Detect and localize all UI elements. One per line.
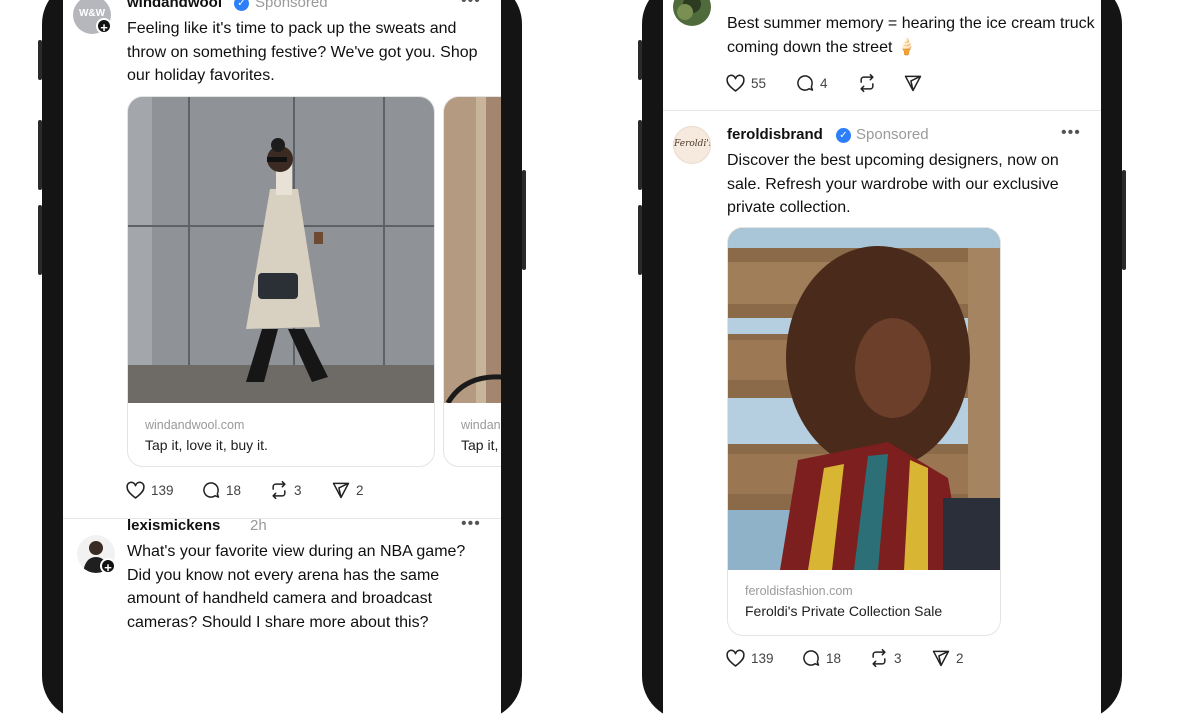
left-phone: W&W + windandwool ✓ Sponsored ••• Feelin…: [38, 0, 526, 720]
share-count: 2: [956, 650, 964, 666]
post-username[interactable]: lexismickens: [127, 517, 220, 534]
side-button: [38, 40, 42, 80]
comment-icon: [797, 75, 814, 91]
side-button: [638, 40, 642, 80]
card-title: Feroldi's Private Collection Sale: [745, 603, 943, 619]
share-button[interactable]: 2: [931, 647, 964, 669]
more-icon[interactable]: •••: [461, 0, 481, 10]
reply-count: 18: [226, 482, 242, 498]
side-button: [522, 170, 526, 270]
reply-button[interactable]: 18: [801, 647, 841, 669]
card-domain: windandwool.com: [461, 418, 501, 432]
comment-icon: [203, 482, 220, 498]
product-image: [444, 97, 501, 403]
reply-button[interactable]: 4: [795, 72, 828, 94]
side-button: [638, 205, 642, 275]
post-username[interactable]: jiho100x: [727, 0, 787, 1]
brand-logo-text: Feroldi's: [674, 139, 711, 149]
post-text: Best summer memory = hearing the ice cre…: [727, 15, 1095, 56]
post-text: What's your favorite view during an NBA …: [127, 543, 466, 631]
avatar[interactable]: Feroldi's: [673, 126, 711, 164]
sponsored-label: Sponsored: [255, 0, 328, 11]
more-icon[interactable]: •••: [461, 515, 481, 533]
side-button: [638, 120, 642, 190]
post-actions: 139 18 3 2: [125, 479, 425, 501]
heart-icon: [726, 74, 745, 92]
repost-button[interactable]: 3: [869, 647, 902, 669]
post-text: Feeling like it's time to pack up the sw…: [127, 20, 478, 84]
like-count: 139: [151, 482, 174, 498]
like-count: 139: [751, 650, 774, 666]
post-actions: 139 18 3 2: [725, 647, 1025, 669]
product-card[interactable]: windandwool.com Tap it, love it, buy it.: [127, 96, 435, 467]
share-icon: [904, 75, 922, 92]
card-title: Tap it, love it, buy it.: [145, 437, 268, 453]
post-actions: 55 4: [725, 72, 1025, 94]
right-screen: jiho100x 5m Best summer memory = hearing…: [663, 0, 1101, 720]
repost-button[interactable]: 3: [269, 479, 302, 501]
repost-icon: [872, 648, 886, 668]
post-time: 5m: [805, 0, 826, 1]
share-count: 2: [356, 482, 364, 498]
like-button[interactable]: 55: [725, 72, 766, 94]
post-divider: [663, 110, 1101, 111]
product-image: [128, 97, 434, 403]
share-icon: [932, 650, 950, 667]
side-button: [1122, 170, 1126, 270]
card-domain: feroldisfashion.com: [745, 584, 853, 598]
follow-plus-icon[interactable]: +: [100, 558, 116, 575]
card-title: Tap it, love it, buy it.: [461, 437, 501, 453]
reply-count: 18: [826, 650, 842, 666]
sponsored-label: Sponsored: [856, 126, 929, 143]
like-count: 55: [751, 75, 767, 91]
like-button[interactable]: 139: [125, 479, 174, 501]
post-username[interactable]: windandwool: [127, 0, 222, 11]
heart-icon: [726, 649, 745, 667]
repost-icon: [272, 480, 286, 500]
side-button: [38, 120, 42, 190]
comment-icon: [803, 650, 820, 666]
side-button: [38, 205, 42, 275]
reply-count: 4: [820, 75, 828, 91]
card-domain: windandwool.com: [145, 418, 245, 432]
product-card[interactable]: feroldisfashion.com Feroldi's Private Co…: [727, 227, 1001, 636]
more-icon[interactable]: •••: [1061, 124, 1081, 142]
heart-icon: [126, 481, 145, 499]
avatar[interactable]: [673, 0, 711, 26]
post-text: Discover the best upcoming designers, no…: [727, 152, 1059, 216]
product-image: [728, 228, 1000, 570]
product-card[interactable]: windandwool.com Tap it, love it, buy it.: [443, 96, 501, 467]
share-button[interactable]: [903, 72, 923, 94]
reply-button[interactable]: 18: [201, 479, 241, 501]
verified-badge-icon: ✓: [234, 0, 249, 11]
repost-count: 3: [894, 650, 902, 666]
like-button[interactable]: 139: [725, 647, 774, 669]
right-phone: jiho100x 5m Best summer memory = hearing…: [638, 0, 1126, 720]
repost-count: 3: [294, 482, 302, 498]
repost-icon: [860, 73, 874, 93]
verified-badge-icon: ✓: [836, 128, 851, 143]
repost-button[interactable]: [857, 72, 877, 94]
post-username[interactable]: feroldisbrand: [727, 126, 823, 143]
follow-plus-icon[interactable]: +: [96, 18, 112, 35]
post-time: 2h: [250, 517, 267, 534]
left-screen: W&W + windandwool ✓ Sponsored ••• Feelin…: [63, 0, 501, 720]
share-button[interactable]: 2: [331, 479, 364, 501]
share-icon: [332, 482, 350, 499]
